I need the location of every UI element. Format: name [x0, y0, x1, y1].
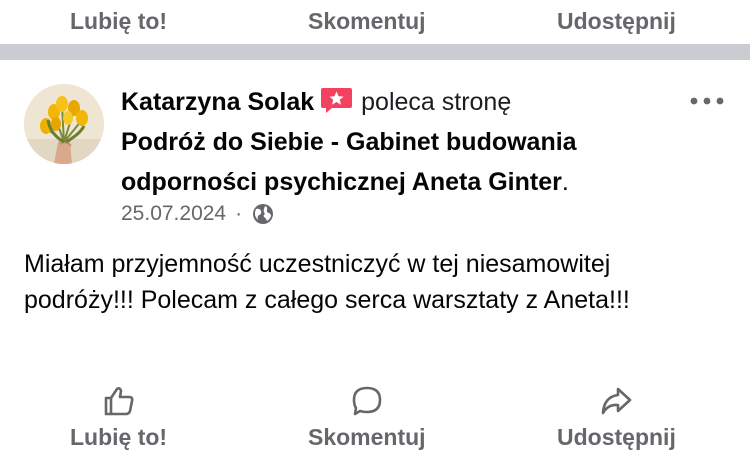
- comment-button[interactable]: Skomentuj: [308, 384, 426, 452]
- avatar-image: [24, 84, 104, 164]
- recommends-text: poleca stronę: [361, 88, 512, 116]
- more-options-icon[interactable]: [690, 96, 724, 106]
- feed-divider: [0, 44, 750, 60]
- author-name[interactable]: Katarzyna Solak: [121, 88, 314, 116]
- post-header: Katarzyna Solak poleca stronę Podróż do …: [121, 82, 681, 202]
- share-button[interactable]: Udostępnij: [557, 6, 676, 36]
- recommended-page-link[interactable]: Podróż do Siebie - Gabinet budowania odp…: [121, 128, 577, 196]
- post-date[interactable]: 25.07.2024: [121, 202, 226, 226]
- like-label: Lubię to!: [70, 8, 168, 34]
- comment-bubble-icon: [352, 386, 382, 416]
- share-arrow-icon: [602, 387, 632, 415]
- like-button[interactable]: Lubię to!: [70, 6, 167, 36]
- thumbs-up-icon: [104, 387, 134, 416]
- previous-post-action-bar: Lubię to! Skomentuj Udostępnij: [0, 0, 750, 44]
- share-button[interactable]: Udostępnij: [557, 384, 676, 452]
- comment-button[interactable]: Skomentuj: [308, 6, 426, 36]
- comment-label: Skomentuj: [308, 424, 426, 450]
- post-meta: 25.07.2024 ·: [121, 202, 275, 226]
- post-body-text: Miałam przyjemność uczestniczyć w tej ni…: [24, 250, 630, 314]
- share-label: Udostępnij: [557, 424, 676, 450]
- recommendation-post: Katarzyna Solak poleca stronę Podróż do …: [0, 60, 750, 458]
- star-recommendation-icon: [321, 88, 353, 113]
- like-button[interactable]: Lubię to!: [70, 384, 167, 452]
- comment-label: Skomentuj: [308, 8, 426, 34]
- author-avatar[interactable]: [24, 84, 104, 164]
- globe-icon: [253, 204, 274, 224]
- like-label: Lubię to!: [70, 424, 168, 450]
- share-label: Udostępnij: [557, 8, 676, 34]
- meta-separator: ·: [235, 202, 243, 225]
- page-name-suffix: .: [561, 168, 569, 196]
